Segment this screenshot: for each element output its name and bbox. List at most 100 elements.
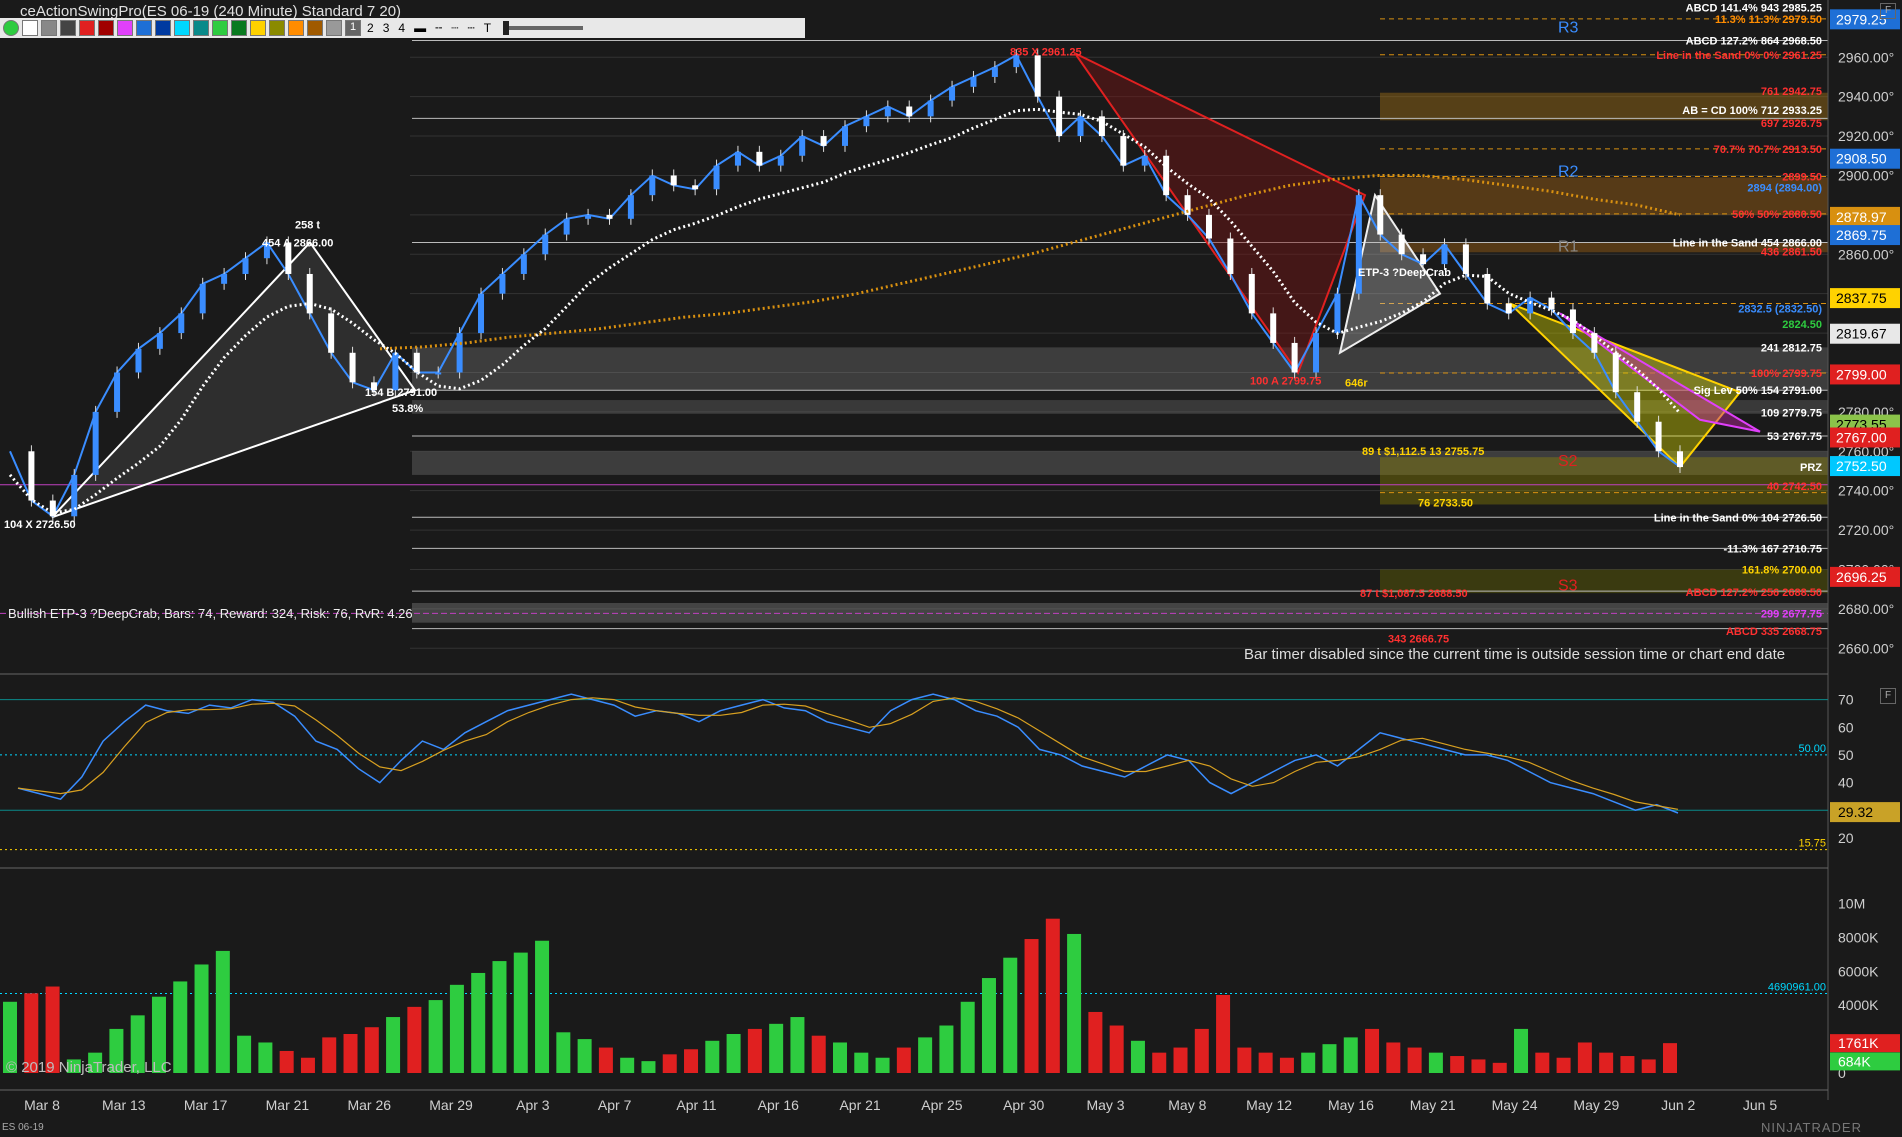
volume-bar (1386, 1042, 1401, 1073)
candle-body (1569, 309, 1576, 334)
volume-bar (449, 984, 464, 1073)
color-swatch-navy[interactable] (155, 20, 171, 36)
time-tick-label: Mar 21 (266, 1097, 310, 1113)
text-tool-button[interactable]: T (481, 21, 494, 35)
opacity-slider[interactable] (503, 21, 584, 35)
brand-logo: NINJATRADER (1760, 1120, 1862, 1135)
rsi-tick-label: 70 (1838, 692, 1854, 708)
color-swatch-yellow[interactable] (250, 20, 266, 36)
volume-bar (1279, 1057, 1294, 1073)
fib-table-label: 241 2812.75 (1761, 342, 1822, 354)
candle-body (563, 218, 570, 235)
color-swatch-cyan[interactable] (174, 20, 190, 36)
candle-body (520, 254, 527, 274)
color-swatch-orange[interactable] (288, 20, 304, 36)
volume-bar (1067, 933, 1082, 1073)
volume-bar (215, 950, 230, 1073)
price-tick-label: 2920.00° (1838, 128, 1894, 144)
color-swatch-teal[interactable] (193, 20, 209, 36)
color-swatch-brown[interactable] (307, 20, 323, 36)
volume-bar (1641, 1059, 1656, 1073)
price-tick-label: 2720.00° (1838, 522, 1894, 538)
time-tick-label: May 16 (1328, 1097, 1374, 1113)
time-tick-label: Mar 29 (429, 1097, 473, 1113)
candle-body (542, 234, 549, 255)
drawing-toolbar[interactable]: 1 2 3 4 ▬ ╌ ┈ ┄ T (0, 18, 805, 38)
price-tick-label: 2660.00° (1838, 640, 1894, 656)
candle-body (478, 293, 485, 334)
add-icon[interactable] (3, 20, 19, 36)
volume-bar (598, 1047, 613, 1073)
candle-body (1462, 244, 1469, 274)
color-swatch-silver[interactable] (326, 20, 342, 36)
volume-bar (300, 1057, 315, 1073)
color-swatch-olive[interactable] (269, 20, 285, 36)
candle-body (1227, 238, 1234, 274)
color-swatch-darkred[interactable] (98, 20, 114, 36)
volume-bar (258, 1042, 273, 1073)
volume-bar (513, 952, 528, 1073)
pattern-point-label: 454 A 2866.00 (262, 237, 333, 249)
dashdot-line-icon[interactable]: ┄ (465, 21, 478, 35)
rsi-level-label: 50.00 (1798, 743, 1826, 755)
line-width-1-button[interactable]: 1 (345, 20, 361, 36)
volume-bar (684, 1049, 699, 1073)
fib-table-label: 2832.5 (2832.50) (1738, 303, 1822, 315)
fib-table-label: ABCD 141.4% 943 2985.25 (1686, 3, 1822, 15)
candle-body (1120, 136, 1127, 166)
color-swatch-white[interactable] (22, 20, 38, 36)
dot-line-icon[interactable]: ┈ (448, 21, 461, 35)
slider-handle[interactable] (503, 21, 510, 35)
color-swatch-magenta[interactable] (117, 20, 133, 36)
fib-table-label: 436 2861.50 (1761, 246, 1822, 258)
candle-body (135, 348, 142, 373)
volume-bar (1407, 1047, 1422, 1073)
solid-line-icon[interactable]: ▬ (411, 21, 429, 35)
time-tick-label: May 21 (1410, 1097, 1456, 1113)
time-tick-label: Apr 25 (921, 1097, 962, 1113)
candle-body (1634, 392, 1641, 422)
volume-bar (875, 1057, 890, 1073)
time-tick-label: Jun 2 (1661, 1097, 1695, 1113)
color-swatch-darkgreen[interactable] (231, 20, 247, 36)
pivot-label: S3 (1558, 577, 1578, 594)
color-swatch-red[interactable] (79, 20, 95, 36)
volume-tick-label: 4000K (1838, 997, 1879, 1013)
time-tick-label: Mar 13 (102, 1097, 146, 1113)
fib-table-label: 53 2767.75 (1767, 431, 1822, 443)
candle-body (949, 86, 956, 101)
volume-bar (1216, 995, 1231, 1073)
price-level-label: 2869.75 (1836, 227, 1887, 243)
volume-bar (641, 1061, 656, 1073)
pattern-point-label: 343 2666.75 (1388, 633, 1449, 645)
rsi-panel-toggle[interactable]: F (1880, 688, 1896, 704)
fib-table-label: 11.3% 11.3% 2979.50 (1715, 14, 1822, 26)
candle-body (156, 333, 163, 349)
fib-table-label: 299 2677.75 (1761, 608, 1822, 620)
fib-table-label: Sig Lev 50% 154 2791.00 (1694, 385, 1822, 397)
color-swatch-dark[interactable] (60, 20, 76, 36)
instrument-label: ES 06-19 (2, 1122, 44, 1133)
color-swatch-blue[interactable] (136, 20, 152, 36)
rsi-tick-label: 60 (1838, 719, 1854, 735)
fib-table-label: 2824.50 (1782, 319, 1822, 331)
candle-body (1270, 313, 1277, 343)
candle-body (1056, 96, 1063, 137)
line-width-2-button[interactable]: 2 (364, 21, 377, 35)
color-swatch-green[interactable] (212, 20, 228, 36)
dash-line-icon[interactable]: ╌ (432, 21, 445, 35)
price-panel-toggle[interactable]: F (1880, 3, 1896, 19)
fib-table-label: -11.3% 167 2710.75 (1724, 543, 1822, 555)
candle-body (392, 352, 399, 391)
volume-bar (194, 964, 209, 1073)
candle-body (756, 151, 763, 166)
volume-bar (1577, 1042, 1592, 1073)
color-swatch-gray[interactable] (41, 20, 57, 36)
candle-body (1313, 333, 1320, 373)
line-width-4-button[interactable]: 4 (395, 21, 408, 35)
time-tick-label: Mar 8 (24, 1097, 60, 1113)
candle-body (1098, 116, 1105, 137)
line-width-3-button[interactable]: 3 (380, 21, 393, 35)
chart-canvas[interactable]: 2660.00°2680.00°2700.00°2720.00°2740.00°… (0, 0, 1902, 1137)
volume-bar (811, 1035, 826, 1073)
